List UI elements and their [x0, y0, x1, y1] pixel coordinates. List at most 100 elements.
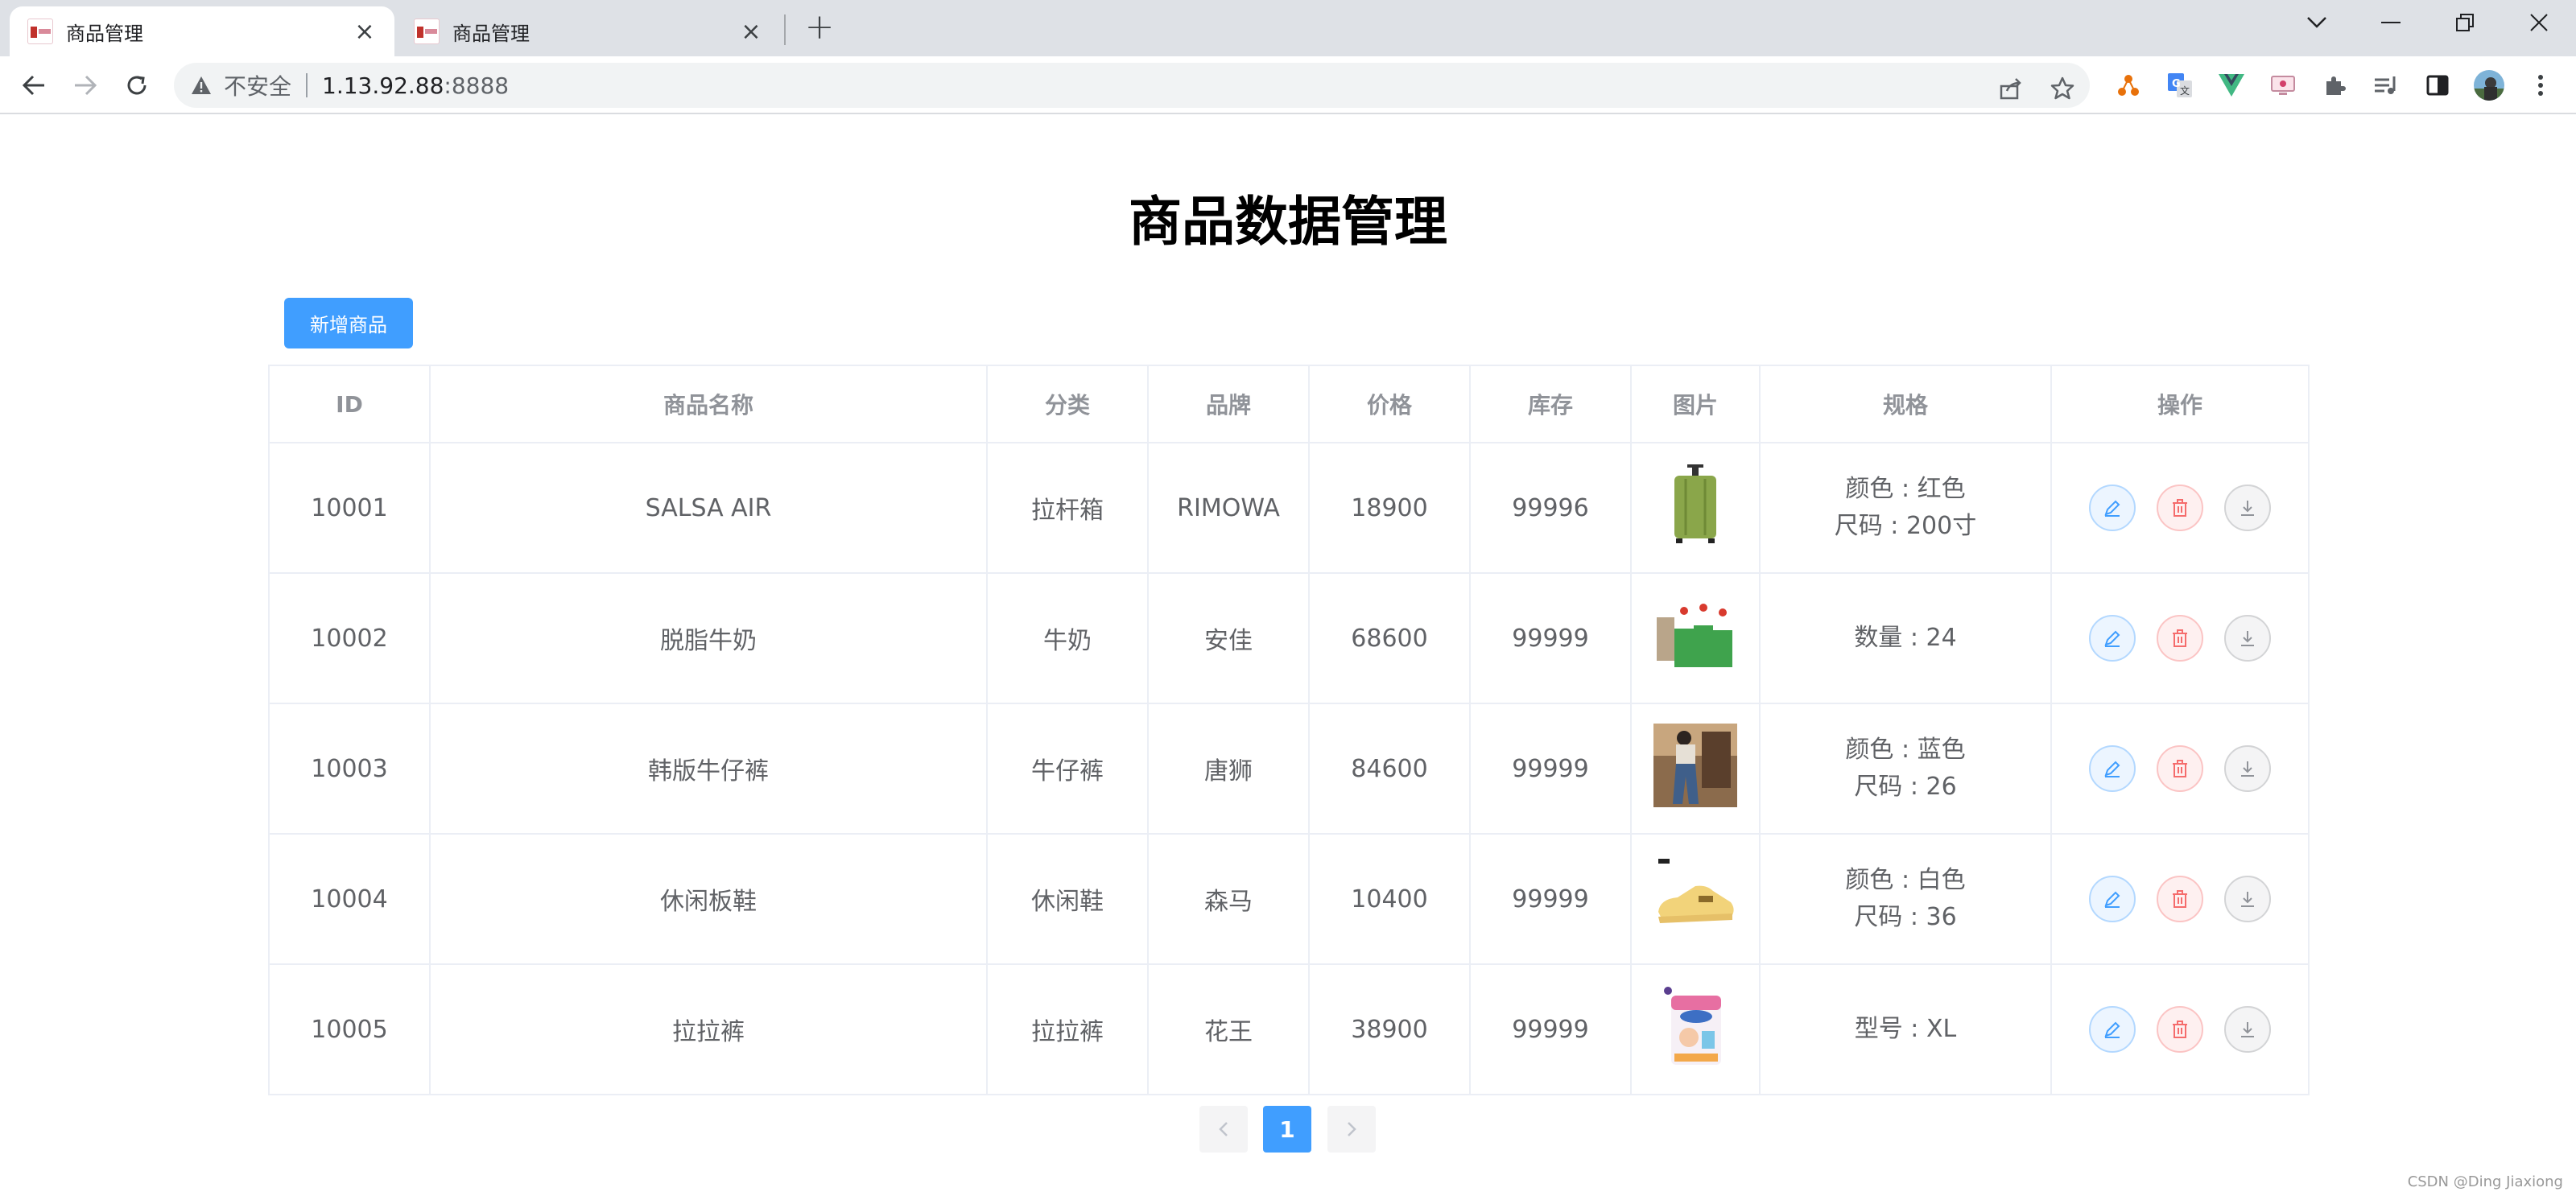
- cell-name: 休闲板鞋: [429, 833, 988, 965]
- table-row: 10002 脱脂牛奶 牛奶 安佳 68600 99999 数量 : 24: [268, 572, 2310, 704]
- security-label[interactable]: 不安全: [224, 69, 291, 101]
- download-button[interactable]: [2224, 745, 2271, 792]
- edit-button[interactable]: [2089, 1006, 2136, 1053]
- cell-id: 10002: [268, 572, 431, 704]
- column-header-stock: 库存: [1469, 365, 1632, 443]
- cell-actions: [2050, 963, 2310, 1095]
- share-icon[interactable]: [1998, 76, 2024, 101]
- column-header-name: 商品名称: [429, 365, 988, 443]
- column-header-category: 分类: [986, 365, 1149, 443]
- delete-button[interactable]: [2157, 1006, 2203, 1053]
- cell-id: 10003: [268, 703, 431, 835]
- svg-text:文: 文: [2180, 85, 2190, 97]
- warning-triangle-icon[interactable]: [190, 74, 213, 97]
- cell-stock: 99996: [1469, 442, 1632, 574]
- cell-brand: 安佳: [1147, 572, 1310, 704]
- url-host: 1.13.92.88: [322, 72, 444, 99]
- delete-button[interactable]: [2157, 745, 2203, 792]
- cell-brand: 唐狮: [1147, 703, 1310, 835]
- tab-search-chevron-icon[interactable]: [2299, 5, 2334, 40]
- edit-button[interactable]: [2089, 876, 2136, 922]
- cell-image: [1630, 703, 1761, 835]
- download-button[interactable]: [2224, 485, 2271, 531]
- browser-menu-kebab-icon[interactable]: [2524, 69, 2557, 101]
- address-bar[interactable]: 不安全 1.13.92.88 :8888: [174, 63, 2090, 108]
- cell-name: SALSA AIR: [429, 442, 988, 574]
- restore-icon[interactable]: [2447, 5, 2483, 40]
- vue-devtools-icon[interactable]: [2215, 69, 2248, 101]
- cell-category: 拉杆箱: [986, 442, 1149, 574]
- spec-line: 型号 : XL: [1854, 1015, 1957, 1043]
- tab-divider: [784, 14, 786, 45]
- edit-button[interactable]: [2089, 745, 2136, 792]
- chevron-right-icon: [1348, 1122, 1356, 1136]
- cell-id: 10005: [268, 963, 431, 1095]
- download-button[interactable]: [2224, 1006, 2271, 1053]
- tab-close-icon[interactable]: ×: [353, 18, 377, 46]
- extension-network-icon[interactable]: [2112, 69, 2145, 101]
- cell-category: 拉拉裤: [986, 963, 1149, 1095]
- minimize-icon[interactable]: [2373, 5, 2409, 40]
- reload-icon[interactable]: [119, 68, 155, 103]
- column-header-brand: 品牌: [1147, 365, 1310, 443]
- back-arrow-icon[interactable]: [16, 68, 52, 103]
- cell-spec: 数量 : 24: [1759, 572, 2052, 704]
- cell-spec: 型号 : XL: [1759, 963, 2052, 1095]
- cell-category: 牛仔裤: [986, 703, 1149, 835]
- column-header-image: 图片: [1630, 365, 1761, 443]
- delete-button[interactable]: [2157, 485, 2203, 531]
- cell-price: 84600: [1308, 703, 1471, 835]
- product-image-milk: [1657, 601, 1732, 667]
- browser-tab[interactable]: 商品管理 ×: [396, 6, 781, 56]
- cell-price: 10400: [1308, 833, 1471, 965]
- spec-line: 颜色 : 蓝色: [1845, 736, 1966, 764]
- browser-tab-active[interactable]: 商品管理 ×: [10, 6, 394, 56]
- site-favicon-icon: [27, 19, 53, 44]
- product-image-suitcase: [1674, 464, 1716, 543]
- cell-spec: 颜色 : 白色 尺码 : 36: [1759, 833, 2052, 965]
- spec-line: 颜色 : 红色: [1845, 475, 1966, 503]
- column-header-spec: 规格: [1759, 365, 2052, 443]
- url-port: :8888: [444, 72, 510, 99]
- profile-avatar[interactable]: [2473, 69, 2505, 101]
- cell-name: 拉拉裤: [429, 963, 988, 1095]
- new-tab-icon[interactable]: +: [802, 10, 837, 47]
- cell-image: [1630, 833, 1761, 965]
- cell-stock: 99999: [1469, 703, 1632, 835]
- bookmark-star-icon[interactable]: [2050, 76, 2075, 101]
- cell-category: 休闲鞋: [986, 833, 1149, 965]
- download-icon: [2241, 892, 2254, 907]
- google-translate-icon[interactable]: G文: [2164, 69, 2196, 101]
- edit-button[interactable]: [2089, 615, 2136, 662]
- cell-id: 10004: [268, 833, 431, 965]
- download-icon: [2241, 761, 2254, 777]
- forward-arrow-icon[interactable]: [68, 68, 103, 103]
- tab-close-icon[interactable]: ×: [739, 18, 763, 46]
- table-row: 10005 拉拉裤 拉拉裤 花王 38900 99999 型号: XL: [268, 963, 2310, 1095]
- cell-id: 10001: [268, 442, 431, 574]
- prev-page-button[interactable]: [1199, 1106, 1248, 1153]
- column-header-price: 价格: [1308, 365, 1471, 443]
- extensions-puzzle-icon[interactable]: [2318, 69, 2351, 101]
- cell-name: 脱脂牛奶: [429, 572, 988, 704]
- delete-button[interactable]: [2157, 615, 2203, 662]
- next-page-button[interactable]: [1327, 1106, 1376, 1153]
- edit-button[interactable]: [2089, 485, 2136, 531]
- side-panel-icon[interactable]: [2421, 69, 2454, 101]
- spec-line: 颜色 : 白色: [1845, 866, 1966, 894]
- download-button[interactable]: [2224, 615, 2271, 662]
- product-table: ID 商品名称 分类 品牌 价格 库存 图片 规格 操作 10001 SALSA…: [268, 365, 2310, 1095]
- product-image-diaper: [1664, 987, 1721, 1065]
- media-queue-icon[interactable]: [2370, 69, 2402, 101]
- cell-stock: 99999: [1469, 572, 1632, 704]
- extension-screen-icon[interactable]: [2267, 69, 2299, 101]
- page-number-current[interactable]: 1: [1263, 1106, 1311, 1153]
- spec-line: 尺码 : 26: [1854, 773, 1957, 801]
- cell-spec: 颜色 : 蓝色 尺码 : 26: [1759, 703, 2052, 835]
- site-favicon-icon: [414, 19, 440, 44]
- delete-button[interactable]: [2157, 876, 2203, 922]
- close-window-icon[interactable]: [2521, 5, 2557, 40]
- download-button[interactable]: [2224, 876, 2271, 922]
- add-product-button[interactable]: 新增商品: [284, 298, 413, 348]
- cell-brand: RIMOWA: [1147, 442, 1310, 574]
